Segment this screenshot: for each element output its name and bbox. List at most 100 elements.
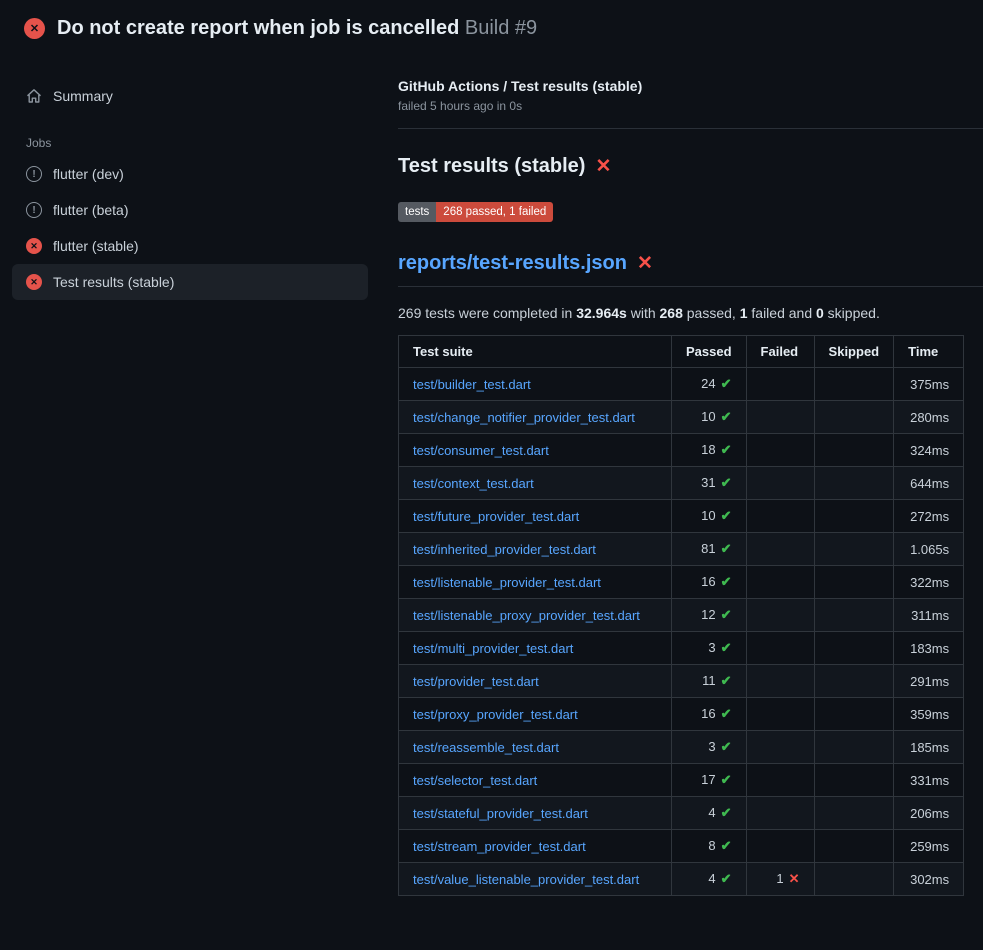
- failed-icon: ✕: [26, 274, 42, 290]
- summary-text: skipped.: [824, 305, 880, 321]
- check-icon: ✔: [721, 508, 732, 523]
- test-suite-link[interactable]: test/future_provider_test.dart: [413, 509, 579, 524]
- test-suite-cell: test/value_listenable_provider_test.dart: [399, 863, 672, 896]
- home-icon: [26, 88, 42, 104]
- column-header-skipped: Skipped: [814, 336, 894, 368]
- test-suite-link[interactable]: test/proxy_provider_test.dart: [413, 707, 578, 722]
- main-content: GitHub Actions / Test results (stable) f…: [398, 54, 983, 896]
- table-row: test/value_listenable_provider_test.dart…: [399, 863, 964, 896]
- x-icon: ✕: [789, 871, 800, 886]
- check-icon: ✔: [721, 838, 732, 853]
- sidebar-item-label: flutter (dev): [53, 166, 124, 182]
- count-cell: [814, 500, 894, 533]
- sidebar-item-label: Test results (stable): [53, 274, 174, 290]
- sidebar-item-test-results-stable[interactable]: ✕ Test results (stable): [12, 264, 368, 300]
- count-cell: [746, 401, 814, 434]
- test-suite-link[interactable]: test/builder_test.dart: [413, 377, 531, 392]
- summary-text: with: [627, 305, 660, 321]
- count-value: 16: [701, 706, 715, 721]
- test-suite-link[interactable]: test/stateful_provider_test.dart: [413, 806, 588, 821]
- test-suite-cell: test/builder_test.dart: [399, 368, 672, 401]
- time-cell: 206ms: [894, 797, 964, 830]
- test-suite-link[interactable]: test/reassemble_test.dart: [413, 740, 559, 755]
- time-cell: 311ms: [894, 599, 964, 632]
- time-cell: 331ms: [894, 764, 964, 797]
- sidebar-item-flutter-beta[interactable]: !flutter (beta): [12, 192, 368, 228]
- count-cell: 81✔: [672, 533, 747, 566]
- test-suite-cell: test/provider_test.dart: [399, 665, 672, 698]
- count-cell: 18✔: [672, 434, 747, 467]
- count-cell: [814, 533, 894, 566]
- test-suite-link[interactable]: test/context_test.dart: [413, 476, 534, 491]
- check-icon: ✔: [721, 673, 732, 688]
- check-icon: ✔: [721, 574, 732, 589]
- count-cell: [814, 599, 894, 632]
- tests-badge-label: tests: [398, 202, 436, 222]
- test-suite-link[interactable]: test/listenable_provider_test.dart: [413, 575, 601, 590]
- failed-icon: ✕: [26, 238, 42, 254]
- test-suite-link[interactable]: test/value_listenable_provider_test.dart: [413, 872, 639, 887]
- count-cell: [746, 698, 814, 731]
- column-header-failed: Failed: [746, 336, 814, 368]
- test-suite-link[interactable]: test/provider_test.dart: [413, 674, 539, 689]
- test-suite-link[interactable]: test/consumer_test.dart: [413, 443, 549, 458]
- section-title: Test results (stable) ✕: [398, 155, 983, 178]
- count-cell: [746, 566, 814, 599]
- count-value: 10: [701, 409, 715, 424]
- count-cell: 3✔: [672, 632, 747, 665]
- summary-text: passed,: [683, 305, 740, 321]
- summary-failed-count: 1: [740, 305, 748, 321]
- time-cell: 185ms: [894, 731, 964, 764]
- count-value: 10: [701, 508, 715, 523]
- test-suite-link[interactable]: test/listenable_proxy_provider_test.dart: [413, 608, 640, 623]
- time-cell: 1.065s: [894, 533, 964, 566]
- sidebar-item-flutter-dev[interactable]: ! flutter (dev): [12, 156, 368, 192]
- table-row: test/context_test.dart31✔644ms: [399, 467, 964, 500]
- test-suite-link[interactable]: test/multi_provider_test.dart: [413, 641, 573, 656]
- count-cell: [814, 368, 894, 401]
- count-cell: [746, 632, 814, 665]
- count-cell: [746, 830, 814, 863]
- count-cell: 10✔: [672, 401, 747, 434]
- check-icon: ✔: [721, 871, 732, 886]
- count-cell: [814, 566, 894, 599]
- breadcrumb: GitHub Actions / Test results (stable): [398, 78, 983, 94]
- count-cell: [746, 368, 814, 401]
- test-suite-link[interactable]: test/stream_provider_test.dart: [413, 839, 586, 854]
- count-value: 3: [708, 739, 715, 754]
- table-row: test/consumer_test.dart18✔324ms: [399, 434, 964, 467]
- summary-duration: 32.964s: [576, 305, 627, 321]
- table-row: test/proxy_provider_test.dart16✔359ms: [399, 698, 964, 731]
- build-number: Build #9: [465, 17, 537, 39]
- sidebar-item-flutter-stable[interactable]: ✕ flutter (stable): [12, 228, 368, 264]
- count-cell: [814, 467, 894, 500]
- count-value: 8: [708, 838, 715, 853]
- test-suite-link[interactable]: test/inherited_provider_test.dart: [413, 542, 596, 557]
- test-suite-cell: test/proxy_provider_test.dart: [399, 698, 672, 731]
- jobs-section-label: Jobs: [26, 136, 368, 150]
- count-cell: [746, 599, 814, 632]
- failed-x-icon: ✕: [595, 157, 611, 176]
- test-suite-link[interactable]: test/change_notifier_provider_test.dart: [413, 410, 635, 425]
- check-icon: ✔: [721, 376, 732, 391]
- report-heading: reports/test-results.json ✕: [398, 252, 983, 287]
- table-row: test/listenable_provider_test.dart16✔322…: [399, 566, 964, 599]
- test-suite-cell: test/selector_test.dart: [399, 764, 672, 797]
- test-suite-cell: test/multi_provider_test.dart: [399, 632, 672, 665]
- sidebar-item-label: flutter (stable): [53, 238, 139, 254]
- sidebar-item-summary[interactable]: Summary: [12, 78, 368, 114]
- time-cell: 291ms: [894, 665, 964, 698]
- count-value: 1: [776, 871, 783, 886]
- count-cell: 1✕: [746, 863, 814, 896]
- table-row: test/provider_test.dart 11✔ 291ms: [399, 665, 964, 698]
- time-cell: 302ms: [894, 863, 964, 896]
- neutral-status-icon: !: [26, 202, 42, 218]
- test-suite-cell: test/reassemble_test.dart: [399, 731, 672, 764]
- neutral-status-icon: !: [26, 166, 42, 182]
- count-cell: 11✔: [672, 665, 747, 698]
- test-suite-link[interactable]: test/selector_test.dart: [413, 773, 537, 788]
- report-file-link[interactable]: reports/test-results.json: [398, 252, 627, 275]
- count-cell: 24✔: [672, 368, 747, 401]
- test-results-table: Test suitePassedFailedSkippedTime test/b…: [398, 335, 964, 896]
- failed-status-icon: ✕: [24, 18, 45, 39]
